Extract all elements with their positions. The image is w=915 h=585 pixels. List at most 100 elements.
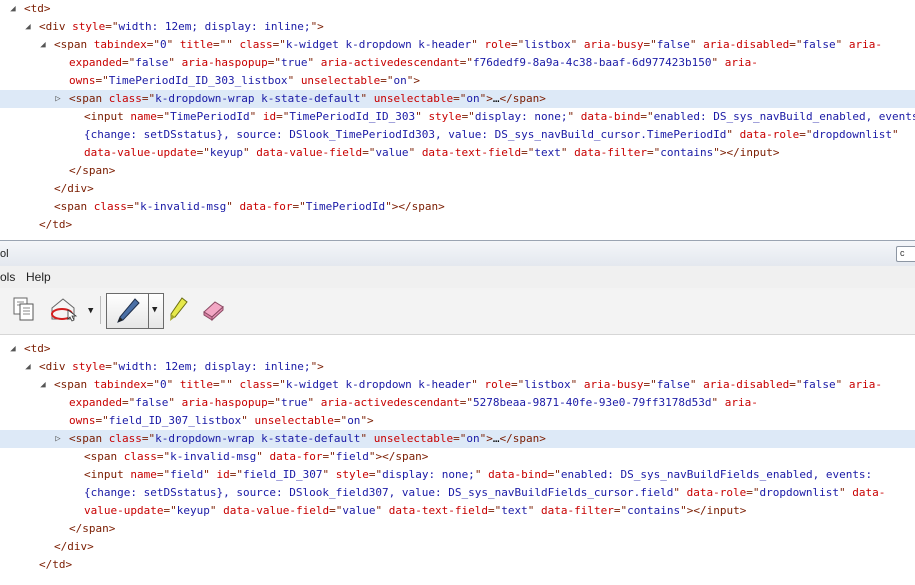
expand-arrow-icon[interactable]: ▷	[53, 90, 63, 108]
dom-node-line[interactable]: ▷ <span class="k-dropdown-wrap k-state-de…	[0, 90, 915, 108]
code-token: aria-busy	[583, 378, 644, 391]
copy-icon[interactable]	[10, 294, 38, 324]
code-token: id	[216, 468, 230, 481]
code-token: name	[130, 110, 157, 123]
dom-node-line[interactable]: ▷ <span class="k-dropdown-wrap k-state-de…	[0, 430, 915, 448]
dom-node-line[interactable]: <span class="k-invalid-msg" data-for="fi…	[0, 448, 915, 466]
dom-node-line[interactable]: ◢ <span tabindex="0" title="" class="k-wi…	[0, 376, 915, 394]
dom-node-line[interactable]: {change: setDSstatus}, source: DSlook_Ti…	[0, 126, 915, 144]
dom-node-line[interactable]: ◢ <td>	[0, 0, 915, 18]
collapse-arrow-icon[interactable]: ◢	[8, 0, 18, 18]
dom-tree-bottom[interactable]: ◢ <td> ◢ <div style="width: 12em; display: …	[0, 340, 915, 585]
dom-node-line[interactable]: data-value-update="keyup" data-value-fie…	[0, 144, 915, 162]
code-token: TimePeriodId_ID_303_listbox	[108, 74, 288, 87]
dom-node-line[interactable]: </td>	[0, 556, 915, 574]
eraser-icon[interactable]	[198, 294, 228, 324]
dom-node-line[interactable]: ◢ <div style="width: 12em; display: inlin…	[0, 18, 915, 36]
dom-node-text: owns="field_ID_307_listbox" unselectable…	[69, 412, 374, 430]
dom-node-line[interactable]: ◢ <span tabindex="0" title="" class="k-wi…	[0, 36, 915, 54]
code-token: ="	[141, 432, 156, 445]
dom-node-line[interactable]: </span>	[0, 520, 915, 538]
code-token: <input	[84, 110, 131, 123]
code-token: data-value-update	[84, 146, 197, 159]
code-token: text	[534, 146, 561, 159]
select-dropdown-arrow-icon[interactable]: ▼	[88, 306, 93, 316]
dom-node-line[interactable]: </div>	[0, 538, 915, 556]
code-token: true	[280, 56, 308, 69]
dom-node-line[interactable]: <input name="TimePeriodId" id="TimePerio…	[0, 108, 915, 126]
code-token: <span	[84, 450, 124, 463]
code-token: "	[711, 56, 725, 69]
code-token: aria-disabled	[703, 38, 790, 51]
dom-node-text: </span>	[69, 520, 115, 538]
dom-node-line[interactable]: </td>	[0, 216, 915, 234]
dom-node-line[interactable]: ◢ <div style="width: 12em; display: inlin…	[0, 358, 915, 376]
dom-node-line[interactable]: </span>	[0, 162, 915, 180]
collapse-arrow-icon[interactable]: ◢	[23, 18, 33, 36]
menu-tools[interactable]: ols	[0, 270, 15, 284]
dom-node-line[interactable]: {change: setDSstatus}, source: DSlook_fi…	[0, 484, 915, 502]
collapse-arrow-icon[interactable]: ◢	[23, 358, 33, 376]
code-token: aria-	[848, 38, 882, 51]
dom-node-text: data-value-update="keyup" data-value-fie…	[84, 144, 779, 162]
expand-arrow-icon[interactable]: ▷	[53, 430, 63, 448]
dom-node-line[interactable]: <input name="field" id="field_ID_307" st…	[0, 466, 915, 484]
code-token: enabled: DS_sys_navBuildFields_enabled, …	[560, 468, 873, 481]
code-token: true	[280, 396, 308, 409]
code-token: "	[209, 504, 224, 517]
dom-node-text: <input name="TimePeriodId" id="TimePerio…	[84, 108, 915, 126]
dom-node-line[interactable]: expanded="false" aria-haspopup="true" ar…	[0, 394, 915, 412]
code-token: <span	[54, 378, 94, 391]
pen-icon[interactable]	[113, 296, 143, 326]
code-token: "></span>	[385, 200, 445, 213]
code-token: ="	[453, 92, 467, 105]
devtools-close-button[interactable]: c	[896, 246, 915, 262]
code-token: false	[135, 56, 169, 69]
menu-help[interactable]: Help	[26, 270, 51, 284]
pen-dropdown-arrow-icon[interactable]: ▼	[152, 305, 157, 315]
code-token: =""	[212, 378, 240, 391]
code-token: k-dropdown-wrap k-state-default	[155, 432, 361, 445]
dom-node-text: <input name="field" id="field_ID_307" st…	[84, 466, 872, 484]
code-token: ="	[643, 38, 657, 51]
dom-node-line[interactable]: <span class="k-invalid-msg" data-for="Ti…	[0, 198, 915, 216]
code-token: ="	[380, 74, 394, 87]
dom-node-line[interactable]: </div>	[0, 180, 915, 198]
code-token: "	[560, 146, 575, 159]
code-token: "	[307, 56, 321, 69]
dom-node-line[interactable]: owns="field_ID_307_listbox" unselectable…	[0, 412, 915, 430]
code-token: value	[375, 146, 409, 159]
dom-node-line[interactable]: ◢ <td>	[0, 340, 915, 358]
code-token: "	[360, 92, 374, 105]
code-token: "	[166, 378, 180, 391]
code-token: field_ID_307	[242, 468, 323, 481]
code-token: tabindex	[93, 38, 147, 51]
code-token: ="	[488, 504, 502, 517]
code-token: "	[168, 396, 182, 409]
dom-tree-top[interactable]: ◢ <td> ◢ <div style="width: 12em; display: …	[0, 0, 915, 240]
highlighter-icon[interactable]	[166, 294, 192, 324]
code-token: ="	[229, 468, 243, 481]
code-token: ="	[105, 20, 119, 33]
code-token: false	[802, 38, 836, 51]
devtools-title: ol	[0, 248, 9, 260]
pen-tool-group[interactable]: ▼	[106, 293, 164, 329]
collapse-arrow-icon[interactable]: ◢	[38, 376, 48, 394]
code-token: k-invalid-msg	[140, 200, 227, 213]
code-token: ="	[789, 38, 803, 51]
code-token: style	[428, 110, 462, 123]
dom-node-line[interactable]: owns="TimePeriodId_ID_303_listbox" unsel…	[0, 72, 915, 90]
code-token: data-	[852, 486, 886, 499]
code-token: ="	[459, 56, 474, 69]
code-token: ="	[121, 56, 136, 69]
code-token: ="	[333, 414, 348, 427]
dom-node-text: <div style="width: 12em; display: inline…	[39, 18, 324, 36]
select-element-icon[interactable]	[48, 294, 80, 324]
code-token: on	[347, 414, 361, 427]
code-token: ="	[789, 378, 803, 391]
dom-node-line[interactable]: value-update="keyup" data-value-field="v…	[0, 502, 915, 520]
dom-node-text: <span class="k-dropdown-wrap k-state-def…	[69, 430, 546, 448]
dom-node-line[interactable]: expanded="false" aria-haspopup="true" ar…	[0, 54, 915, 72]
collapse-arrow-icon[interactable]: ◢	[8, 340, 18, 358]
collapse-arrow-icon[interactable]: ◢	[38, 36, 48, 54]
